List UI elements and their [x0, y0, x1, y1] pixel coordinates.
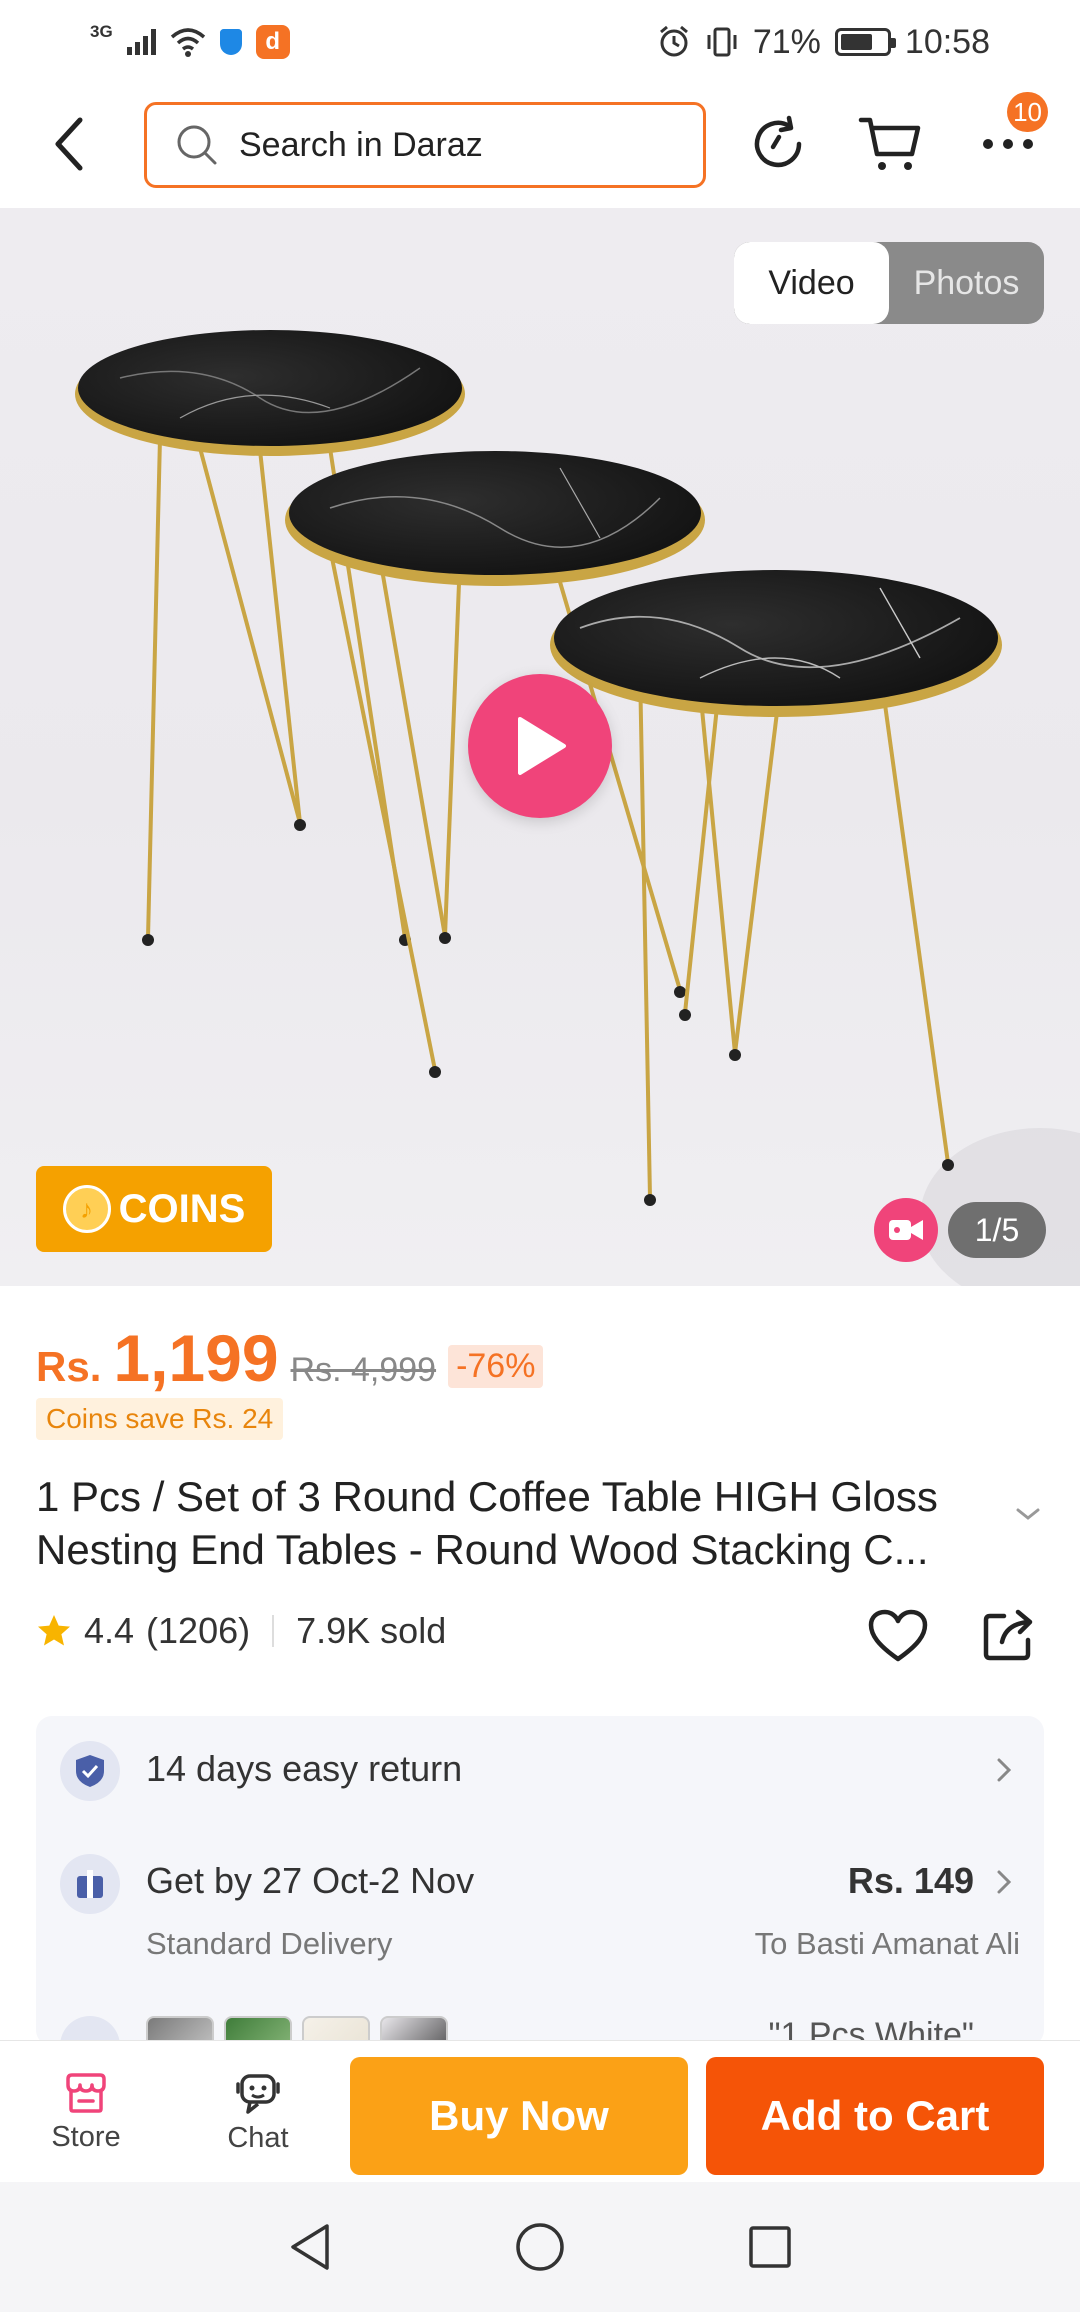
chat-button[interactable]: Chat	[198, 2041, 318, 2183]
store-icon	[66, 2072, 106, 2113]
delivery-row[interactable]: Get by 27 Oct-2 Nov Standard Delivery Rs…	[36, 1826, 1044, 1996]
nav-home-button[interactable]	[510, 2217, 570, 2277]
cart-button[interactable]	[858, 112, 922, 176]
status-right: 71% 10:58	[657, 23, 990, 62]
daraz-app-icon: d	[255, 25, 290, 59]
more-button[interactable]: 10	[976, 92, 1048, 176]
delivery-date: Get by 27 Oct-2 Nov	[146, 1860, 475, 1901]
price-currency: Rs.	[36, 1343, 102, 1390]
share-button[interactable]	[976, 1604, 1040, 1668]
search-input[interactable]: Search in Daraz	[144, 102, 706, 188]
buy-now-button[interactable]: Buy Now	[350, 2057, 688, 2175]
price-row: Rs. 1,199 Rs. 4,999 -76%	[36, 1320, 544, 1396]
return-shield-icon	[60, 1741, 120, 1801]
nav-recents-button[interactable]	[740, 2217, 800, 2277]
cart-icon	[858, 117, 921, 170]
add-to-cart-button[interactable]: Add to Cart	[706, 2057, 1044, 2175]
video-camera-icon	[889, 1220, 923, 1240]
chevron-right-icon	[997, 1870, 1012, 1894]
delivery-box-icon	[60, 1854, 120, 1914]
current-price: 1,199	[113, 1321, 279, 1395]
product-title-line-1: 1 Pcs / Set of 3 Round Coffee Table HIGH…	[36, 1473, 938, 1520]
more-icon	[983, 139, 1033, 149]
clock: 10:58	[904, 22, 990, 61]
heart-icon	[868, 1609, 928, 1662]
sold-count: 7.9K sold	[296, 1610, 447, 1651]
wifi-icon	[170, 28, 205, 57]
alarm-icon	[659, 25, 688, 57]
history-button[interactable]	[746, 112, 810, 176]
rating-row[interactable]: 4.4 (1206) 7.9K sold	[36, 1610, 446, 1652]
vibrate-icon	[707, 27, 737, 57]
service-info-card: 14 days easy return Get by 27 Oct-2 Nov …	[36, 1716, 1044, 2046]
battery-icon	[834, 28, 896, 56]
nav-home-icon	[516, 2223, 564, 2271]
play-video-button[interactable]	[468, 674, 612, 818]
media-tab-switcher: Video Photos	[734, 242, 1044, 324]
network-type: 3G	[90, 22, 113, 41]
delivery-price: Rs. 149	[847, 1860, 974, 1901]
share-icon	[983, 1609, 1033, 1661]
product-title[interactable]: 1 Pcs / Set of 3 Round Coffee Table HIGH…	[36, 1470, 1016, 1576]
coins-badge: ♪ COINS	[36, 1166, 272, 1252]
bottom-action-bar: Store Chat Buy Now Add to Cart	[0, 2040, 1080, 2182]
shield-icon	[219, 29, 242, 55]
signal-icon	[126, 29, 156, 55]
return-text: 14 days easy return	[146, 1748, 463, 1789]
store-button[interactable]: Store	[26, 2041, 146, 2183]
nav-back-button[interactable]	[280, 2217, 340, 2277]
chat-icon	[236, 2073, 280, 2114]
delivery-location: To Basti Amanat Ali	[754, 1926, 1020, 1961]
status-bar: 3G d 71% 10:58	[0, 0, 1080, 84]
discount-badge: -76%	[448, 1345, 544, 1388]
return-policy-row[interactable]: 14 days easy return	[36, 1716, 1044, 1826]
tab-video[interactable]: Video	[734, 242, 889, 324]
product-media[interactable]: Video Photos ♪ COINS 1/5	[0, 208, 1080, 1286]
tab-photos[interactable]: Photos	[889, 242, 1044, 324]
back-button[interactable]	[40, 112, 100, 176]
back-icon	[55, 117, 83, 171]
notification-badge: 10	[1007, 92, 1048, 132]
store-label: Store	[51, 2120, 121, 2153]
top-header: Search in Daraz 10	[0, 84, 1080, 208]
search-placeholder: Search in Daraz	[239, 125, 483, 164]
history-icon	[754, 115, 802, 168]
nav-recents-icon	[749, 2226, 791, 2268]
system-navigation-bar	[0, 2182, 1080, 2312]
delivery-type: Standard Delivery	[146, 1926, 393, 1961]
search-icon	[177, 125, 217, 165]
coin-icon: ♪	[62, 1185, 111, 1233]
divider	[272, 1615, 275, 1647]
video-indicator[interactable]	[874, 1198, 938, 1262]
nav-back-icon	[291, 2224, 329, 2270]
coins-save-badge: Coins save Rs. 24	[36, 1398, 284, 1440]
product-title-line-2: Nesting End Tables - Round Wood Stacking…	[36, 1526, 929, 1573]
play-icon	[518, 717, 566, 775]
chevron-right-icon	[997, 1758, 1012, 1782]
expand-title-chevron-icon[interactable]	[1012, 1504, 1044, 1524]
media-counter: 1/5	[948, 1202, 1046, 1258]
chat-label: Chat	[227, 2121, 289, 2154]
wishlist-button[interactable]	[866, 1604, 930, 1668]
rating-value: 4.4	[84, 1610, 135, 1651]
review-count: (1206)	[146, 1610, 251, 1651]
coins-label: COINS	[118, 1186, 246, 1231]
battery-percent: 71%	[752, 22, 821, 61]
original-price: Rs. 4,999	[290, 1351, 437, 1389]
star-icon	[38, 1615, 70, 1646]
status-left: 3G d	[90, 22, 290, 59]
